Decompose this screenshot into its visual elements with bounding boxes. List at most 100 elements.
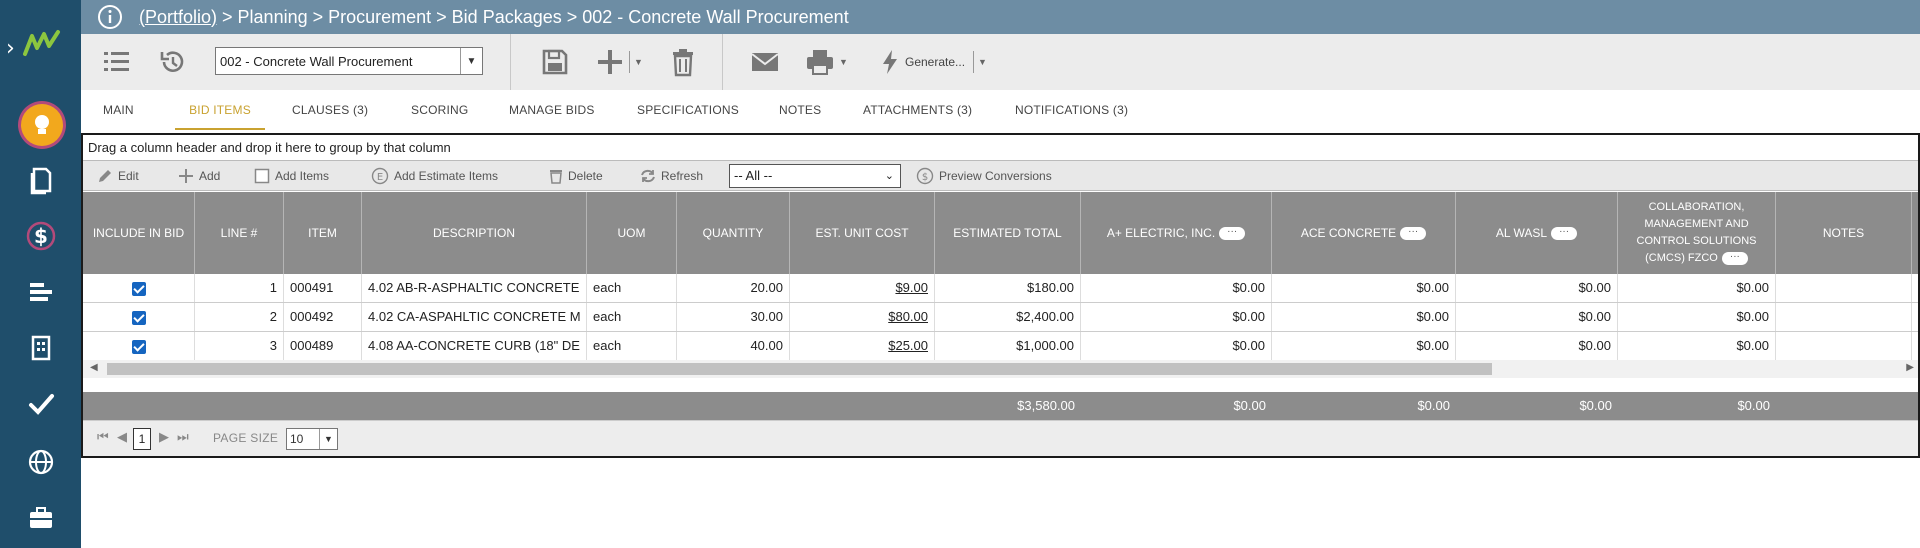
column-header-line[interactable]: LINE # xyxy=(195,192,284,274)
breadcrumb: (Portfolio) > Planning > Procurement > B… xyxy=(139,7,849,28)
scroll-left-icon[interactable]: ◀ xyxy=(90,362,98,373)
filter-select-value: -- All -- xyxy=(734,168,773,183)
tab-notes[interactable]: NOTES xyxy=(779,90,821,130)
building-icon[interactable] xyxy=(0,326,81,370)
delete-button[interactable] xyxy=(670,44,696,80)
add-dropdown-icon[interactable]: ▼ xyxy=(634,57,643,67)
last-page-icon[interactable]: ⏭ xyxy=(177,429,189,445)
unit-cost-link[interactable]: $80.00 xyxy=(790,303,935,331)
tab-scoring[interactable]: SCORING xyxy=(411,90,468,130)
add-row-button[interactable]: Add xyxy=(178,161,220,191)
unit-cost-link[interactable]: $25.00 xyxy=(790,332,935,360)
app-sidebar: › $ xyxy=(0,0,81,548)
group-by-drop-zone[interactable]: Drag a column header and drop it here to… xyxy=(83,135,1918,161)
vendor-menu-icon[interactable]: ··· xyxy=(1219,226,1246,240)
column-header-item[interactable]: ITEM xyxy=(284,192,362,274)
lightbulb-icon[interactable] xyxy=(21,104,63,146)
uom-cell: each xyxy=(587,274,677,302)
history-icon xyxy=(160,51,184,72)
edit-button[interactable]: Edit xyxy=(97,161,139,191)
column-header-vendor-2[interactable]: ACE CONCRETE ··· xyxy=(1272,192,1456,274)
tab-manage-bids[interactable]: MANAGE BIDS xyxy=(509,90,595,130)
scrollbar-thumb[interactable] xyxy=(107,363,1492,375)
save-button[interactable] xyxy=(540,44,570,80)
grid-header: INCLUDE IN BID LINE # ITEM DESCRIPTION U… xyxy=(83,192,1918,274)
info-icon[interactable] xyxy=(97,4,123,30)
column-header-estimated-total[interactable]: ESTIMATED TOTAL xyxy=(935,192,1081,274)
globe-icon[interactable] xyxy=(0,440,81,484)
refresh-label: Refresh xyxy=(661,169,704,183)
print-dropdown-icon[interactable]: ▼ xyxy=(839,57,848,67)
email-button[interactable] xyxy=(750,44,780,80)
print-button[interactable]: ▼ xyxy=(805,44,848,80)
column-header-description[interactable]: DESCRIPTION xyxy=(362,192,587,274)
expand-sidebar-icon[interactable]: › xyxy=(6,36,15,61)
tab-specifications[interactable]: SPECIFICATIONS xyxy=(637,90,739,130)
generate-button[interactable]: Generate... ▼ xyxy=(881,44,987,80)
column-header-include[interactable]: INCLUDE IN BID xyxy=(83,192,195,274)
uom-cell: each xyxy=(587,332,677,360)
record-select-value: 002 - Concrete Wall Procurement xyxy=(220,53,413,69)
delete-row-button[interactable]: Delete xyxy=(549,161,603,191)
checkmark-icon[interactable] xyxy=(0,382,81,426)
vendor-3-cell: $0.00 xyxy=(1456,332,1618,360)
include-in-bid-checkbox[interactable] xyxy=(131,310,146,325)
refresh-button[interactable]: Refresh xyxy=(640,161,703,191)
include-in-bid-checkbox[interactable] xyxy=(131,339,146,354)
column-header-vendor-1[interactable]: A+ ELECTRIC, INC. ··· xyxy=(1081,192,1272,274)
documents-icon[interactable] xyxy=(0,158,81,202)
edit-label: Edit xyxy=(118,169,139,183)
toolbar-divider xyxy=(722,34,723,90)
quantity-cell: 30.00 xyxy=(677,303,790,331)
vendor-4-cell: $0.00 xyxy=(1618,332,1776,360)
current-page[interactable]: 1 xyxy=(133,428,151,450)
svg-text:E: E xyxy=(377,172,383,183)
table-row[interactable]: 2 000492 4.02 CA-ASPAHLTIC CONCRETE Meach 3… xyxy=(83,303,1918,332)
total-vendor-4: $0.00 xyxy=(1737,398,1770,413)
filter-select[interactable]: -- All -- ⌄ xyxy=(729,164,901,188)
preview-conversions-button[interactable]: $ Preview Conversions xyxy=(916,161,1052,191)
tab-clauses[interactable]: CLAUSES (3) xyxy=(292,90,368,130)
table-row[interactable]: 3 000489 4.08 AA-CONCRETE CURB (18" DE each… xyxy=(83,332,1918,361)
briefcase-icon[interactable] xyxy=(0,496,81,540)
include-in-bid-checkbox[interactable] xyxy=(131,281,146,296)
column-header-vendor-4[interactable]: COLLABORATION, MANAGEMENT AND CONTROL SO… xyxy=(1618,192,1776,274)
scroll-right-icon[interactable]: ▶ xyxy=(1906,362,1914,373)
column-header-notes[interactable]: NOTES xyxy=(1776,192,1912,274)
vendor-2-cell: $0.00 xyxy=(1272,274,1456,302)
description-cell: 4.08 AA-CONCRETE CURB (18" DE xyxy=(362,332,587,360)
vendor-menu-icon[interactable]: ··· xyxy=(1551,226,1578,240)
vendor-menu-icon[interactable]: ··· xyxy=(1721,251,1748,265)
dollar-icon[interactable]: $ xyxy=(0,214,81,258)
column-header-uom[interactable]: UOM xyxy=(587,192,677,274)
history-button[interactable] xyxy=(157,44,189,80)
add-button[interactable]: ▼ xyxy=(595,44,643,80)
column-header-quantity[interactable]: QUANTITY xyxy=(677,192,790,274)
page-size-select[interactable]: 10 ▼ xyxy=(286,428,338,450)
first-page-icon[interactable]: ⏮ xyxy=(97,429,109,445)
unit-cost-link[interactable]: $9.00 xyxy=(790,274,935,302)
breadcrumb-portfolio-link[interactable]: (Portfolio) xyxy=(139,7,217,27)
description-cell: 4.02 AB-R-ASPHALTIC CONCRETE xyxy=(362,274,587,302)
tab-attachments[interactable]: ATTACHMENTS (3) xyxy=(863,90,972,130)
app-logo-icon[interactable] xyxy=(22,28,62,62)
table-row[interactable]: 1 000491 4.02 AB-R-ASPHALTIC CONCRETE each 2… xyxy=(83,274,1918,303)
chevron-down-icon[interactable]: ▼ xyxy=(460,48,482,74)
vendor-menu-icon[interactable]: ··· xyxy=(1400,226,1427,240)
estimated-total-cell: $180.00 xyxy=(935,274,1081,302)
record-select[interactable]: 002 - Concrete Wall Procurement ▼ xyxy=(215,47,483,75)
tab-notifications[interactable]: NOTIFICATIONS (3) xyxy=(1015,90,1128,130)
tab-main[interactable]: MAIN xyxy=(103,90,134,130)
column-header-unit-cost[interactable]: EST. UNIT COST xyxy=(790,192,935,274)
quantity-cell: 20.00 xyxy=(677,274,790,302)
next-page-icon[interactable]: ▶ xyxy=(159,429,169,445)
list-view-button[interactable] xyxy=(101,44,133,80)
prev-page-icon[interactable]: ◀ xyxy=(117,429,127,445)
add-estimate-items-button[interactable]: E Add Estimate Items xyxy=(371,161,498,191)
tab-bid-items[interactable]: BID ITEMS xyxy=(175,90,265,130)
add-items-button[interactable]: Add Items xyxy=(254,161,329,191)
schedule-icon[interactable] xyxy=(0,270,81,314)
column-header-vendor-3[interactable]: AL WASL ··· xyxy=(1456,192,1618,274)
horizontal-scrollbar[interactable]: ◀ ▶ xyxy=(83,360,1918,378)
generate-dropdown-icon[interactable]: ▼ xyxy=(978,57,987,67)
